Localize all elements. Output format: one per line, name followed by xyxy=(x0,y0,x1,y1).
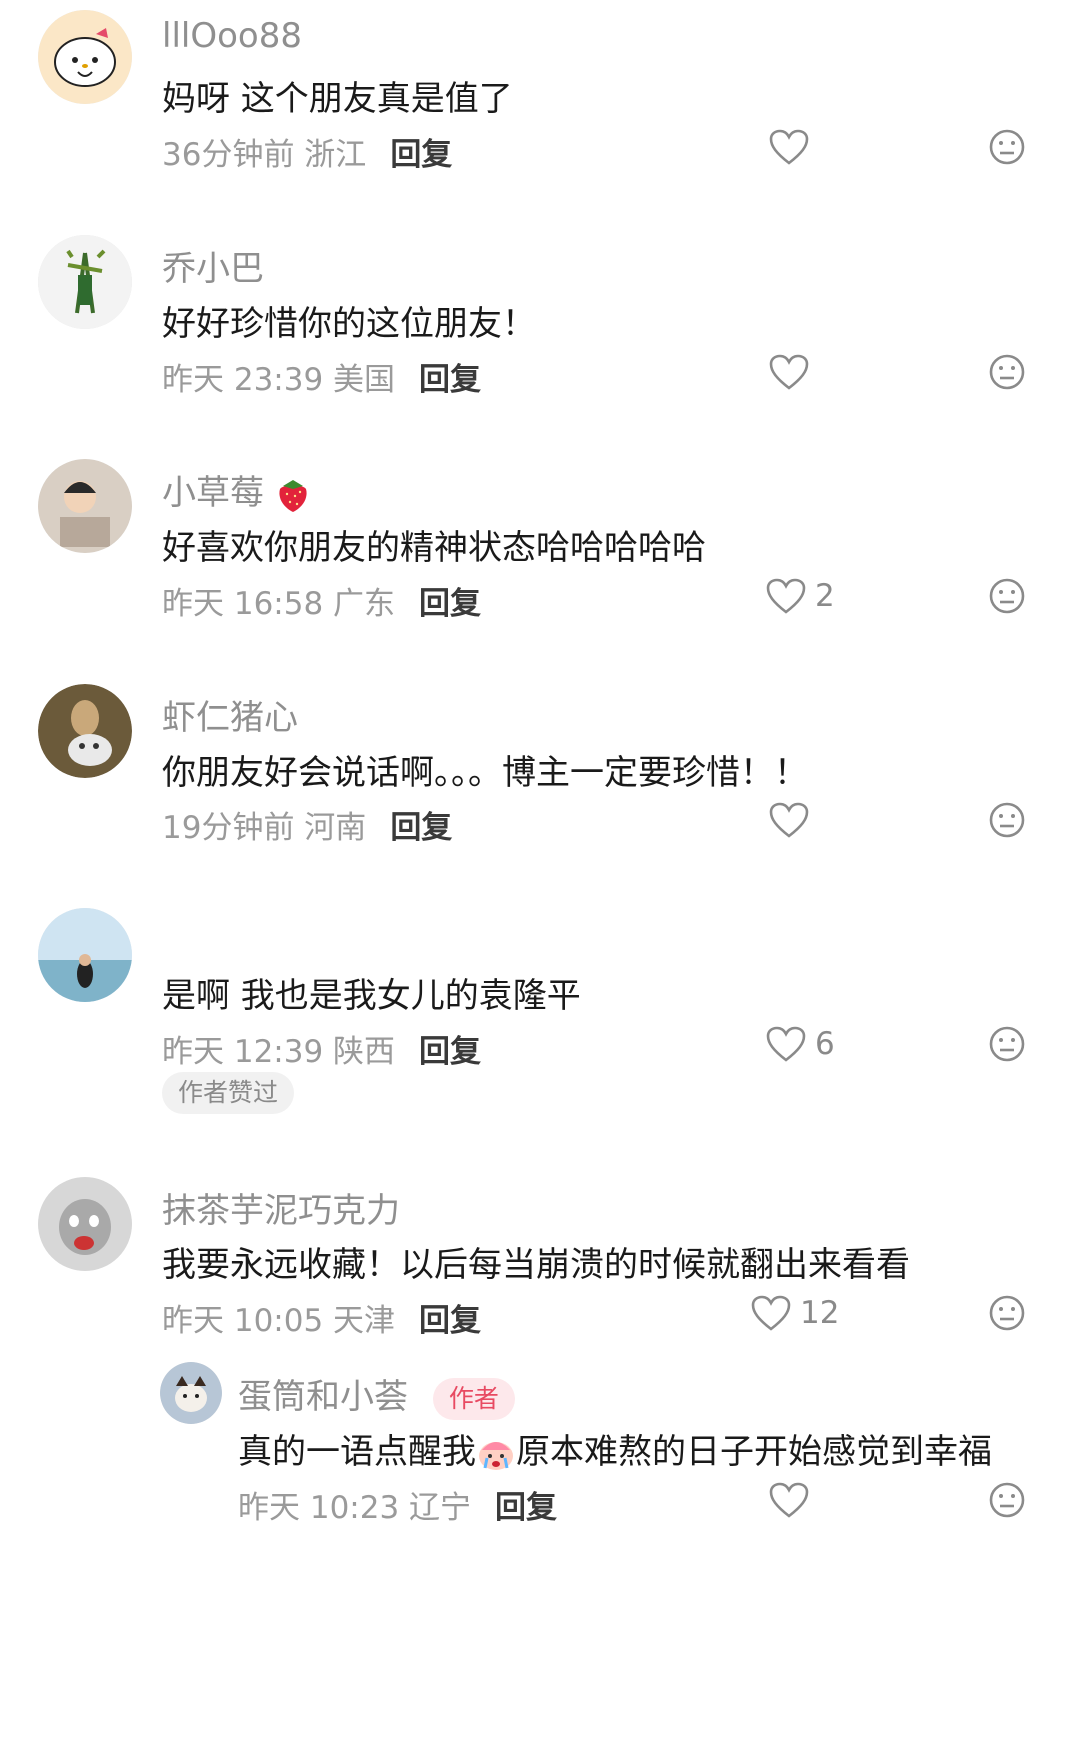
comment-username[interactable]: 蛋筒和小荟 作者 xyxy=(238,1369,515,1420)
comment-username[interactable]: 乔小巴 xyxy=(162,241,264,290)
comment-meta: 昨天 10:23 辽宁 回复 xyxy=(238,1482,557,1527)
like-button[interactable]: 2 xyxy=(765,577,835,615)
comment-username[interactable]: lllOoo88 xyxy=(162,16,302,56)
comment-username[interactable]: 虾仁猪心 xyxy=(162,690,298,739)
crying-face-emoji xyxy=(479,1441,513,1470)
author-tag: 作者 xyxy=(432,1377,515,1420)
like-button[interactable]: 12 xyxy=(750,1294,839,1332)
reply-button[interactable]: 回复 xyxy=(419,578,481,623)
comment-time-location: 昨天 16:58 广东 xyxy=(162,586,396,622)
neutral-face-icon[interactable] xyxy=(988,128,1026,166)
comment-time-location: 昨天 23:39 美国 xyxy=(162,362,396,398)
comment-time-location: 19分钟前 河南 xyxy=(162,810,367,846)
heart-outline-icon xyxy=(769,1482,809,1518)
neutral-face-icon[interactable] xyxy=(988,577,1026,615)
heart-outline-icon xyxy=(766,1026,806,1062)
comment-text: 你朋友好会说话啊。。。博主一定要珍惜！！ xyxy=(162,753,808,793)
avatar[interactable] xyxy=(160,1362,222,1424)
author-liked-badge: 作者赞过 xyxy=(162,1072,295,1114)
heart-outline-icon xyxy=(766,578,806,614)
like-button[interactable] xyxy=(768,801,818,839)
comment-text: 好喜欢你朋友的精神状态哈哈哈哈哈 xyxy=(162,528,706,568)
comment-text: 真的一语点醒我 原本难熬的日子开始感觉到幸福 xyxy=(238,1432,992,1472)
like-button[interactable] xyxy=(768,353,818,391)
heart-outline-icon xyxy=(769,129,809,165)
heart-outline-icon xyxy=(751,1295,791,1331)
comment-meta: 昨天 16:58 广东 回复 xyxy=(162,578,481,623)
avatar[interactable] xyxy=(38,684,132,778)
comment-meta: 昨天 12:39 陕西 回复 xyxy=(162,1026,481,1071)
neutral-face-icon[interactable] xyxy=(988,353,1026,391)
like-button[interactable] xyxy=(768,128,818,166)
avatar[interactable] xyxy=(38,908,132,1002)
comment-time-location: 昨天 12:39 陕西 xyxy=(162,1034,396,1070)
reply-button[interactable]: 回复 xyxy=(419,1026,481,1071)
heart-outline-icon xyxy=(769,802,809,838)
like-count: 2 xyxy=(815,578,835,614)
reply-button[interactable]: 回复 xyxy=(495,1482,557,1527)
comment-meta: 36分钟前 浙江 回复 xyxy=(162,129,452,174)
comment-text: 是啊 我也是我女儿的袁隆平 xyxy=(162,976,581,1016)
comment-time-location: 昨天 10:23 辽宁 xyxy=(238,1490,472,1526)
comment-time-location: 36分钟前 浙江 xyxy=(162,137,367,173)
reply-button[interactable]: 回复 xyxy=(390,802,452,847)
comment-text: 我要永远收藏！以后每当崩溃的时候就翻出来看看 xyxy=(162,1245,910,1285)
strawberry-emoji xyxy=(279,479,307,512)
like-button[interactable] xyxy=(768,1481,818,1519)
comment-text: 好好珍惜你的这位朋友！ xyxy=(162,304,536,344)
avatar[interactable] xyxy=(38,235,132,329)
neutral-face-icon[interactable] xyxy=(988,1025,1026,1063)
like-button[interactable]: 6 xyxy=(765,1025,835,1063)
comment-meta: 昨天 23:39 美国 回复 xyxy=(162,354,481,399)
comment-meta: 昨天 10:05 天津 回复 xyxy=(162,1295,481,1340)
avatar[interactable] xyxy=(38,459,132,553)
comment-username[interactable]: 小草莓 xyxy=(162,465,311,514)
neutral-face-icon[interactable] xyxy=(988,801,1026,839)
comment-time-location: 昨天 10:05 天津 xyxy=(162,1303,396,1339)
heart-outline-icon xyxy=(769,354,809,390)
comment-text: 妈呀 这个朋友真是值了 xyxy=(162,79,513,119)
neutral-face-icon[interactable] xyxy=(988,1294,1026,1332)
reply-button[interactable]: 回复 xyxy=(419,354,481,399)
avatar[interactable] xyxy=(38,10,132,104)
reply-button[interactable]: 回复 xyxy=(419,1295,481,1340)
avatar[interactable] xyxy=(38,1177,132,1271)
comment-username[interactable]: 抹茶芋泥巧克力 xyxy=(162,1183,400,1232)
reply-button[interactable]: 回复 xyxy=(390,129,452,174)
comment-meta: 19分钟前 河南 回复 xyxy=(162,802,452,847)
like-count: 6 xyxy=(815,1026,835,1062)
neutral-face-icon[interactable] xyxy=(988,1481,1026,1519)
like-count: 12 xyxy=(800,1295,840,1331)
